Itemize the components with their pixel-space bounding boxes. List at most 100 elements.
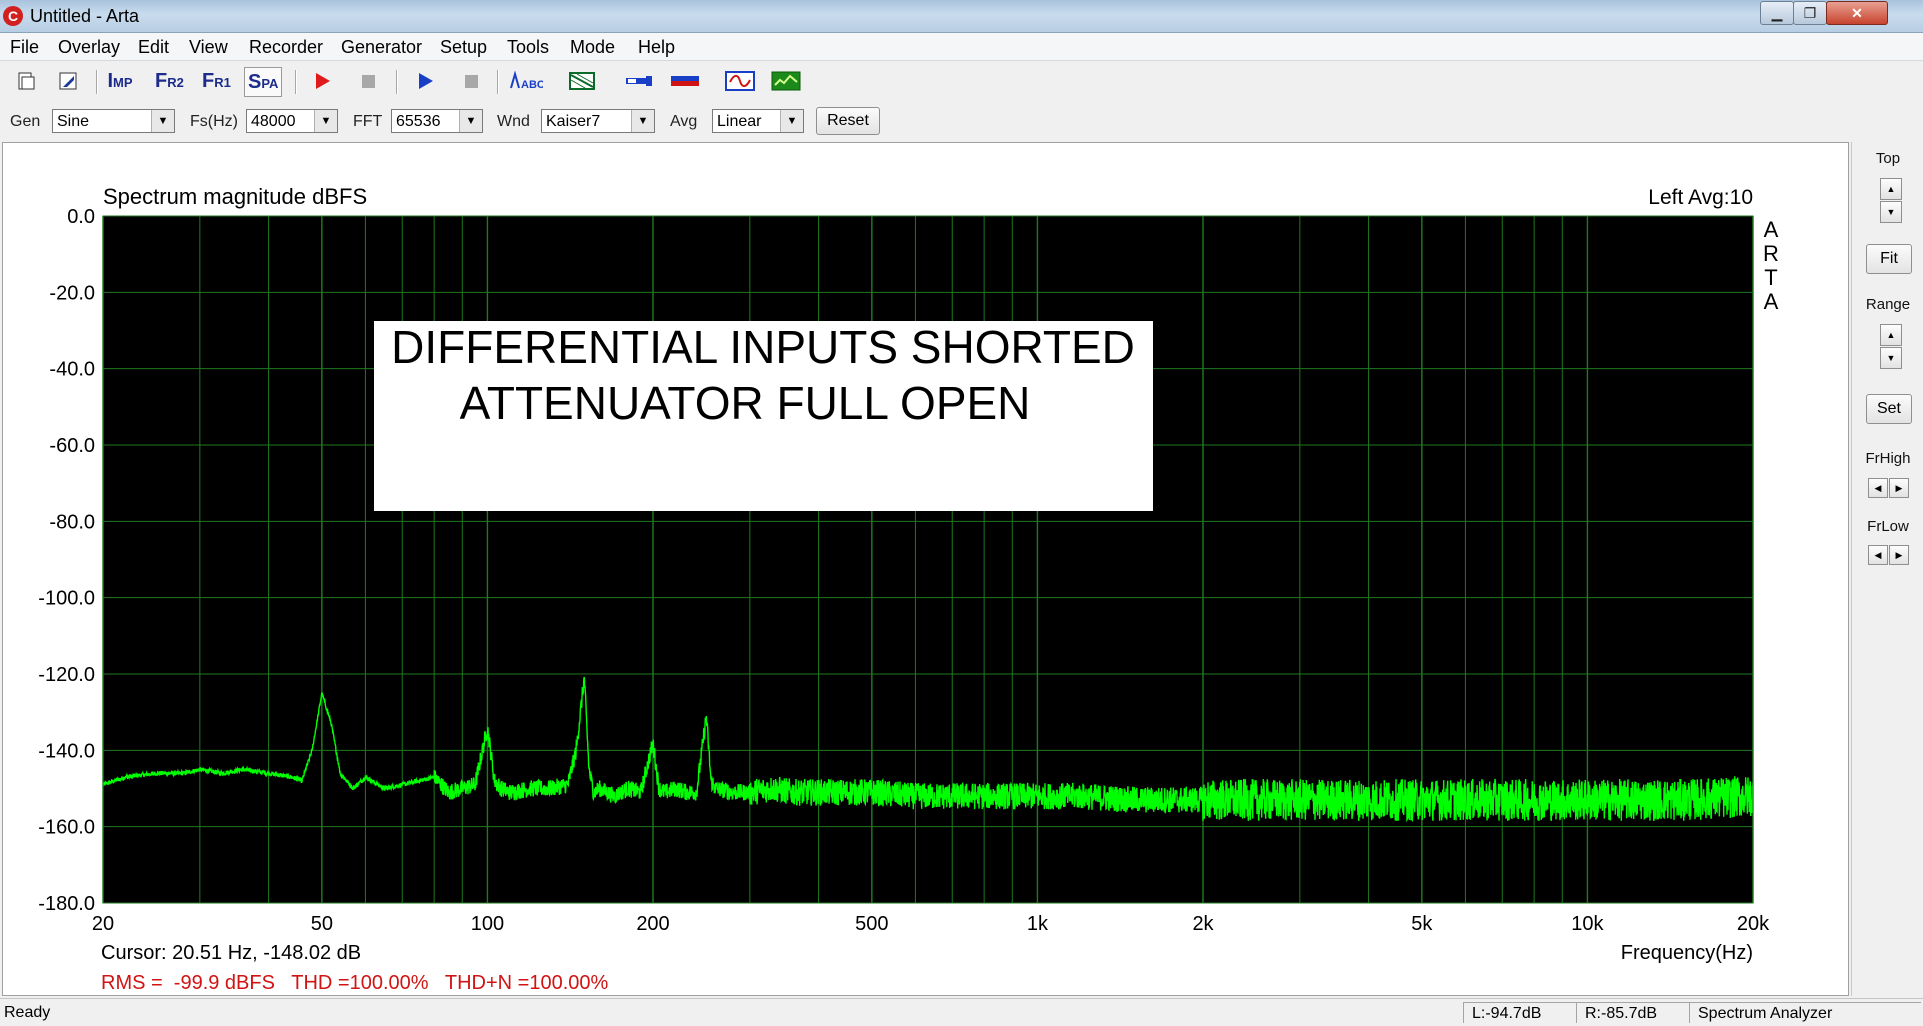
fft-size-select[interactable]: 65536 ▼	[391, 109, 483, 133]
annotation-box: DIFFERENTIAL INPUTS SHORTED ATTENUATOR F…	[374, 321, 1153, 511]
menu-mode[interactable]: Mode	[570, 37, 615, 58]
annotation-line-2: ATTENUATOR FULL OPEN	[460, 377, 1031, 429]
top-label: Top	[1875, 150, 1901, 167]
y-tick-label: -60.0	[49, 435, 95, 457]
range-down-button[interactable]: ▼	[1880, 347, 1902, 369]
x-tick-label: 1k	[1027, 913, 1049, 935]
chevron-down-icon: ▼	[459, 110, 482, 132]
x-tick-label: 200	[636, 913, 669, 935]
chevron-down-icon: ▼	[314, 110, 337, 132]
generator-select[interactable]: Sine ▼	[52, 109, 175, 133]
right-control-panel: Top ▲ ▼ Fit Range ▲ ▼ Set FrHigh ◀ ▶ FrL…	[1851, 142, 1923, 996]
channel-avg-label: Left Avg:10	[1648, 186, 1753, 209]
fit-button[interactable]: Fit	[1866, 244, 1912, 274]
fft-label: FFT	[353, 113, 383, 130]
menu-tools[interactable]: Tools	[507, 37, 549, 58]
y-tick-label: 0.0	[67, 206, 95, 228]
y-tick-label: -40.0	[49, 359, 95, 381]
x-axis-label: Frequency(Hz)	[1621, 942, 1753, 964]
menu-file[interactable]: File	[10, 37, 39, 58]
annotation-line-1: DIFFERENTIAL INPUTS SHORTED	[391, 321, 1135, 373]
overlay-grid-icon[interactable]	[566, 67, 598, 95]
record-stop-icon[interactable]	[352, 67, 384, 95]
right-level-readout: R:-85.7dB	[1576, 1002, 1692, 1023]
left-level-readout: L:-94.7dB	[1463, 1002, 1579, 1023]
mode-readout: Spectrum Analyzer	[1689, 1002, 1921, 1023]
close-button[interactable]: ✕	[1826, 1, 1888, 25]
spa-mode-button[interactable]: SPA	[244, 67, 283, 97]
status-bar: Ready L:-94.7dB R:-85.7dB Spectrum Analy…	[0, 998, 1923, 1026]
maximize-button[interactable]: ❐	[1793, 1, 1827, 25]
y-tick-label: -20.0	[49, 282, 95, 304]
minimize-button[interactable]: ▁	[1760, 1, 1794, 25]
arta-watermark: A R T A	[1763, 217, 1779, 314]
record-play-icon[interactable]	[306, 67, 338, 95]
imp-mode-button[interactable]: IMP	[104, 67, 136, 95]
generator-stop-icon[interactable]	[455, 67, 487, 95]
gen-label: Gen	[10, 113, 41, 130]
title-bar: C Untitled - Arta ▁ ❐ ✕	[0, 0, 1923, 33]
watermark-letter: A	[1764, 289, 1779, 314]
menu-recorder[interactable]: Recorder	[249, 37, 323, 58]
menu-help[interactable]: Help	[638, 37, 675, 58]
range-label: Range	[1865, 296, 1911, 313]
control-bar: Gen Sine ▼ Fs(Hz) 48000 ▼ FFT 65536 ▼ Wnd K…	[0, 103, 1923, 139]
fr2-mode-button[interactable]: FR2	[152, 67, 187, 95]
chevron-down-icon: ▼	[631, 110, 654, 132]
frhigh-label: FrHigh	[1865, 450, 1911, 467]
menu-overlay[interactable]: Overlay	[58, 37, 120, 58]
spectrum-plot[interactable]: 0.0 -20.0 -40.0 -60.0 -80.0 -100.0 -120.0 -140.…	[3, 143, 1848, 995]
arta-app-icon: C	[3, 6, 23, 26]
calibration-icon[interactable]	[667, 67, 703, 95]
y-tick-label: -140.0	[38, 740, 95, 762]
frhigh-left-button[interactable]: ◀	[1868, 478, 1888, 498]
menu-edit[interactable]: Edit	[138, 37, 169, 58]
generator-play-icon[interactable]	[409, 67, 441, 95]
averaging-select[interactable]: Linear ▼	[712, 109, 804, 133]
x-tick-label: 2k	[1192, 913, 1214, 935]
watermark-letter: A	[1764, 217, 1779, 242]
y-tick-label: -100.0	[38, 588, 95, 610]
frlow-label: FrLow	[1867, 518, 1909, 535]
sample-rate-select[interactable]: 48000 ▼	[246, 109, 338, 133]
menu-setup[interactable]: Setup	[440, 37, 487, 58]
frlow-right-button[interactable]: ▶	[1889, 545, 1909, 565]
cursor-readout: Cursor: 20.51 Hz, -148.02 dB	[101, 942, 361, 964]
top-up-button[interactable]: ▲	[1880, 178, 1902, 200]
menu-generator[interactable]: Generator	[341, 37, 422, 58]
range-up-button[interactable]: ▲	[1880, 324, 1902, 346]
top-down-button[interactable]: ▼	[1880, 201, 1902, 223]
watermark-letter: T	[1764, 265, 1777, 290]
reset-button[interactable]: Reset	[816, 107, 880, 135]
measurement-readout: RMS = -99.9 dBFS THD =100.00% THD+N =100…	[101, 972, 609, 994]
abc-label-icon[interactable]: ABC	[506, 67, 546, 95]
x-tick-label: 50	[311, 913, 333, 935]
frlow-left-button[interactable]: ◀	[1868, 545, 1888, 565]
y-tick-label: -180.0	[38, 893, 95, 915]
x-tick-label: 5k	[1411, 913, 1433, 935]
chart-title: Spectrum magnitude dBFS	[103, 184, 367, 209]
menu-view[interactable]: View	[189, 37, 228, 58]
avg-label: Avg	[670, 113, 698, 130]
spectrum-view-icon[interactable]	[768, 67, 804, 95]
x-tick-label: 100	[471, 913, 504, 935]
wnd-label: Wnd	[497, 113, 530, 130]
set-button[interactable]: Set	[1866, 394, 1912, 424]
spectrum-graph-panel: 0.0 -20.0 -40.0 -60.0 -80.0 -100.0 -120.0 -140.…	[2, 142, 1849, 996]
watermark-letter: R	[1763, 241, 1779, 266]
window-function-select[interactable]: Kaiser7 ▼	[541, 109, 655, 133]
y-tick-label: -80.0	[49, 511, 95, 533]
y-tick-label: -120.0	[38, 664, 95, 686]
svg-text:ABC: ABC	[521, 79, 543, 91]
x-tick-label: 500	[855, 913, 888, 935]
probe-icon[interactable]	[621, 67, 657, 95]
open-file-icon[interactable]	[52, 67, 84, 95]
new-file-icon[interactable]	[10, 67, 42, 95]
fs-label: Fs(Hz)	[190, 113, 238, 130]
status-ready: Ready	[4, 1004, 51, 1021]
chevron-down-icon: ▼	[780, 110, 803, 132]
frhigh-right-button[interactable]: ▶	[1889, 478, 1909, 498]
chevron-down-icon: ▼	[151, 110, 174, 132]
scope-icon[interactable]	[722, 67, 758, 95]
fr1-mode-button[interactable]: FR1	[199, 67, 234, 95]
